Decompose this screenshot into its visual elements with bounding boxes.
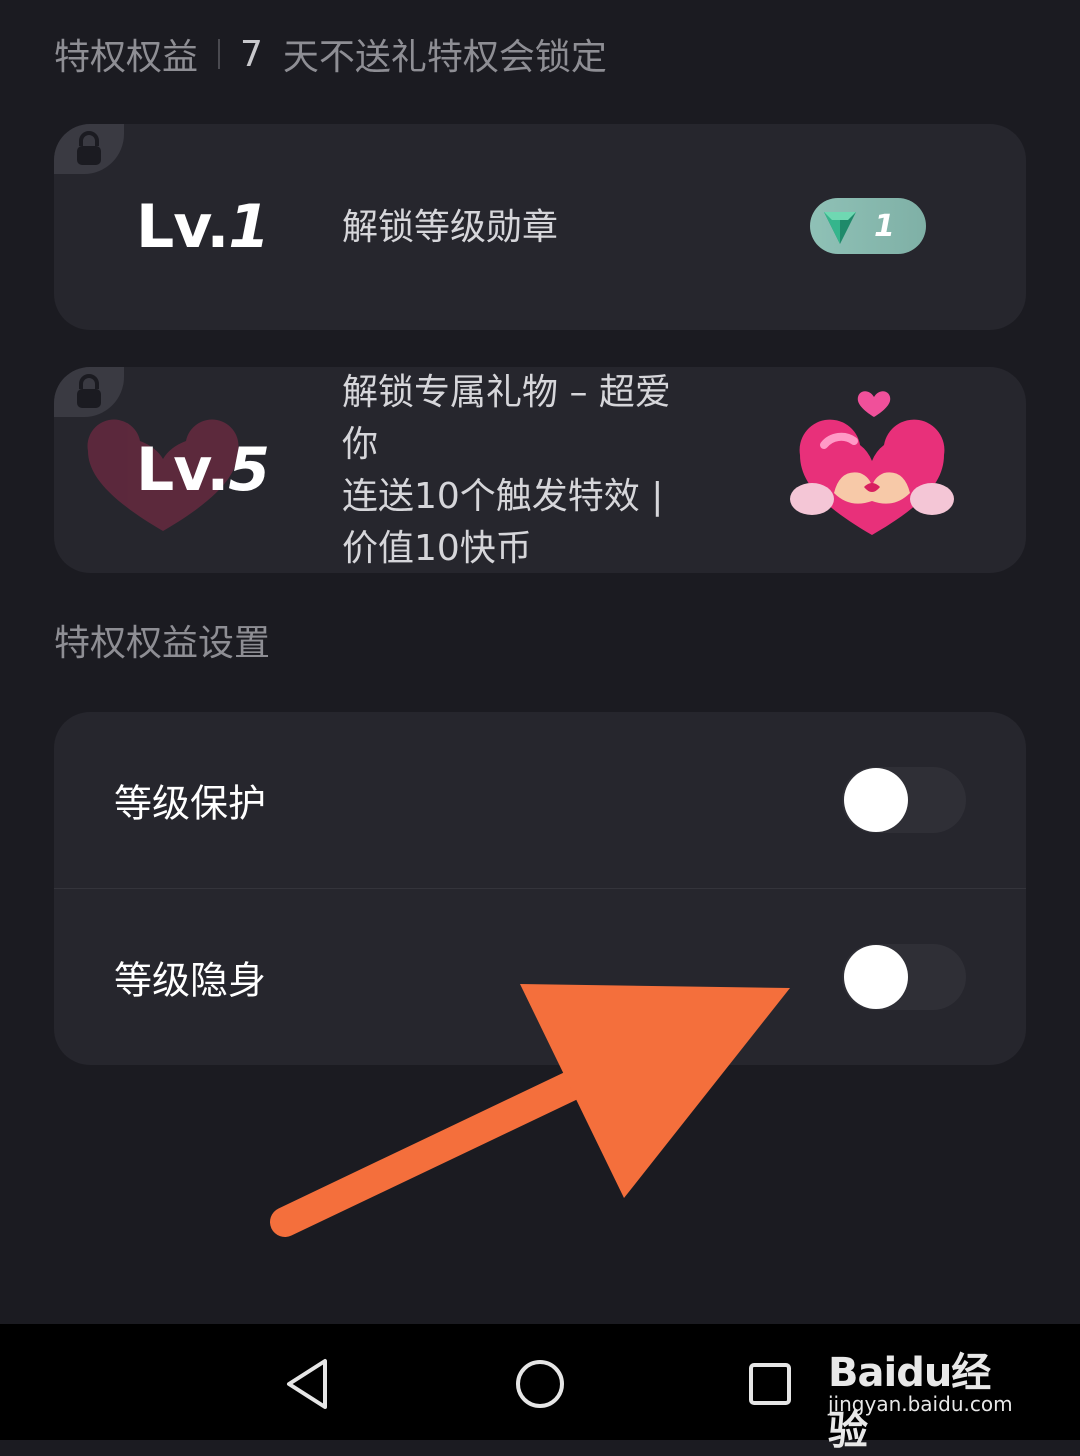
privilege-header: 特权权益 7 天不送礼特权会锁定: [54, 28, 607, 80]
lock-icon: [54, 124, 124, 174]
setting-row-level-protect: 等级保护: [54, 712, 1026, 888]
privilege-card-lv5[interactable]: Lv.5 解锁专属礼物 – 超爱 你 连送10个触发特效 | 价值10快币: [54, 367, 1026, 573]
privilege-description: 解锁等级勋章: [342, 207, 559, 248]
lock-day-count: 7: [240, 33, 263, 75]
home-button[interactable]: [510, 1354, 570, 1414]
badge-number: 1: [874, 208, 895, 244]
recents-square-icon: [749, 1363, 791, 1405]
level-badge: 1: [810, 198, 926, 254]
privilege-card-lv1[interactable]: Lv.1 解锁等级勋章 1: [54, 124, 1026, 330]
level-hide-toggle[interactable]: [842, 944, 966, 1010]
privilege-description: 解锁专属礼物 – 超爱 你 连送10个触发特效 | 价值10快币: [342, 372, 671, 569]
heart-hands-icon: [790, 391, 954, 535]
system-nav-bar: Baidu经验 jingyan.baidu.com: [0, 1324, 1080, 1454]
level-protect-toggle[interactable]: [842, 767, 966, 833]
watermark-url: jingyan.baidu.com: [828, 1392, 1013, 1416]
settings-title: 特权权益设置: [54, 623, 271, 664]
lock-notice: 天不送礼特权会锁定: [282, 37, 607, 78]
setting-row-level-hide: 等级隐身: [54, 888, 1026, 1065]
toggle-knob: [844, 945, 908, 1009]
setting-label: 等级保护: [114, 781, 267, 826]
baidu-watermark: Baidu经验 jingyan.baidu.com: [828, 1334, 1028, 1454]
back-triangle-icon: [287, 1359, 327, 1409]
settings-card: 等级保护 等级隐身: [54, 712, 1026, 1065]
recents-button[interactable]: [740, 1354, 800, 1414]
privilege-screen: 特权权益 7 天不送礼特权会锁定 Lv.1 解锁等级勋章 1 Lv.5 解锁专属…: [0, 0, 1080, 1324]
header-divider: [218, 39, 221, 69]
home-circle-icon: [516, 1360, 564, 1408]
level-label: Lv.5: [136, 435, 270, 505]
toggle-knob: [844, 768, 908, 832]
setting-label: 等级隐身: [114, 958, 267, 1003]
lock-icon: [54, 367, 124, 417]
back-button[interactable]: [278, 1354, 338, 1414]
diamond-icon: [824, 212, 856, 244]
level-label: Lv.1: [136, 192, 270, 262]
section-title: 特权权益: [54, 37, 199, 78]
